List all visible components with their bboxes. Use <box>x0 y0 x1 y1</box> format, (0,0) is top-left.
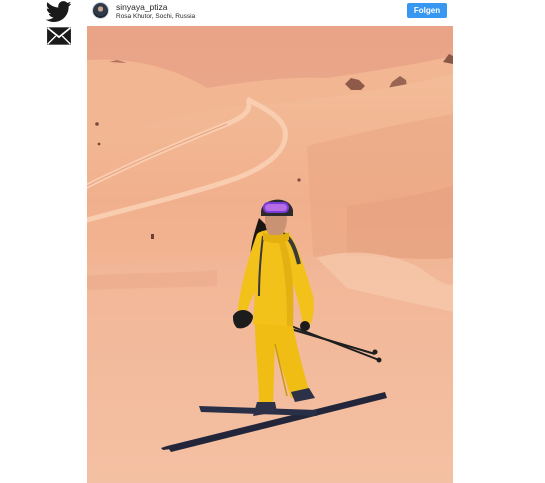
post-photo[interactable] <box>87 26 453 483</box>
twitter-bird-icon <box>46 1 72 22</box>
post-header: sinyaya_ptiza Rosa Khutor, Sochi, Russia… <box>87 0 453 26</box>
username[interactable]: sinyaya_ptiza <box>116 2 168 12</box>
skier-photo-image <box>87 26 453 483</box>
location-label[interactable]: Rosa Khutor, Sochi, Russia <box>116 13 195 20</box>
instagram-post: sinyaya_ptiza Rosa Khutor, Sochi, Russia… <box>87 0 453 483</box>
envelope-icon <box>47 27 71 45</box>
page: sinyaya_ptiza Rosa Khutor, Sochi, Russia… <box>0 0 545 483</box>
mail-share-button[interactable] <box>46 25 72 47</box>
twitter-share-button[interactable] <box>46 1 72 23</box>
follow-button[interactable]: Folgen <box>407 3 447 18</box>
avatar[interactable] <box>92 2 109 19</box>
